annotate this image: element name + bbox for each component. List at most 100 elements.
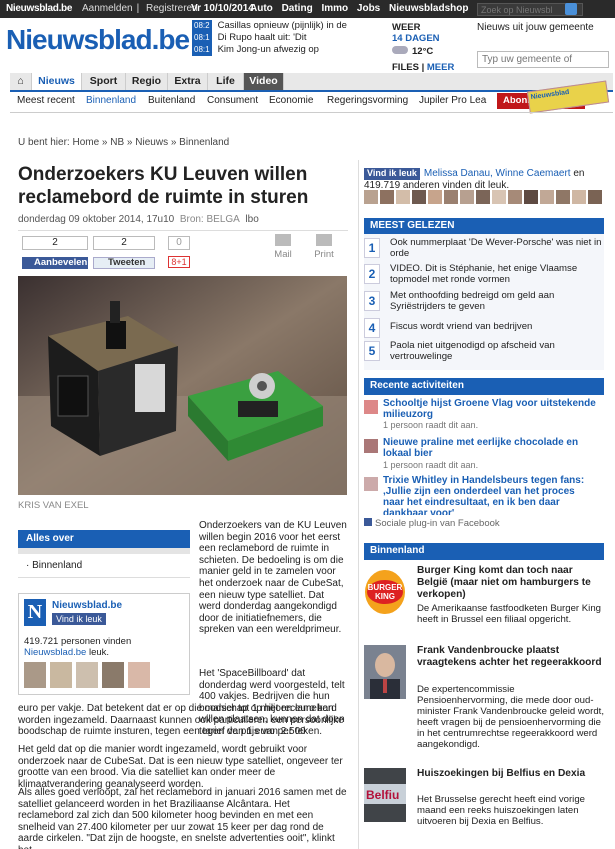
subnav-binnenland[interactable]: Binnenland [86,95,136,106]
nav-regio[interactable]: Regio [126,73,168,90]
recent-activity-item[interactable]: Trixie Whitley in Handelsbeurs tegen fan… [364,475,604,515]
cloud-icon [392,46,408,54]
home-icon[interactable]: ⌂ [10,73,32,90]
nav-extra[interactable]: Extra [168,73,208,90]
recent-activity-item[interactable]: Nieuwe praline met eerlijke chocolade en… [364,437,604,470]
avatar[interactable] [380,190,394,204]
most-read-item[interactable]: 5 Paola niet uitgenodigd op afscheid van … [364,340,604,361]
avatar[interactable] [444,190,458,204]
gemeente-input[interactable] [477,51,609,68]
category-jobs[interactable]: Jobs [357,3,380,14]
temperature: 12°C [412,46,434,57]
article-title: Onderzoekers KU Leuven willen reclamebor… [18,164,309,208]
files-links: FILES | MEER [392,62,462,73]
ticker-item[interactable]: 08:1 Di Rupo haalt uit: 'Dit [192,32,382,44]
fb-recommend-button[interactable]: Aanbevelen [22,257,88,269]
mail-button[interactable]: Mail [272,234,294,260]
binnenland-item[interactable]: Belfiu Huiszoekingen bij Belfius en Dexi… [364,768,604,848]
avatar[interactable] [128,662,150,688]
binnenland-title[interactable]: Burger King komt dan toch naar België (m… [417,565,605,601]
fb-count-link[interactable]: Nieuwsblad.be [24,647,86,658]
recent-activity-item[interactable]: Schooltje hijst Groene Vlag voor uitstek… [364,398,604,430]
avatar[interactable] [364,190,378,204]
search-icon[interactable] [565,3,577,15]
article-author: lbo [245,214,259,225]
fb-recommend-label: Aanbevelen [34,257,88,268]
files-link[interactable]: FILES [392,62,419,73]
ticker-item[interactable]: 08:2 Casillas opnieuw (pijnlijk) in de [192,20,382,32]
site-logo[interactable]: Nieuwsblad.be [6,24,190,56]
binnenland-title[interactable]: Frank Vandenbroucke plaatst vraagtekens … [417,645,605,669]
ticker-item[interactable]: 08:1 Kim Jong-un afwezig op [192,44,382,56]
avatar[interactable] [572,190,586,204]
nav-nieuws[interactable]: Nieuws [32,73,82,90]
avatar[interactable] [588,190,602,204]
nav-video[interactable]: Video [244,73,284,90]
fb-page-name[interactable]: Nieuwsblad.be [52,600,122,611]
article-paragraph: euro per vakje. Dat betekent dat er op d… [18,703,344,738]
binnenland-item[interactable]: BURGER KING Burger King komt dan toch na… [364,565,604,635]
separator: | [136,3,140,14]
binnenland-header: Binnenland [364,543,604,560]
most-read-text: Met onthoofding bedreigd om geld aan Syr… [390,290,555,312]
binnenland-text: De Amerikaanse fastfoodketen Burger King… [417,603,601,625]
avatar[interactable] [508,190,522,204]
alles-over-item[interactable]: · Binnenland [18,554,190,578]
fb-plugin-note: Sociale plug-in van Facebook [364,518,500,529]
category-immo[interactable]: Immo [321,3,348,14]
nieuwsblad-logo[interactable]: N [24,599,46,626]
gplus-button[interactable]: 8+1 [168,256,190,268]
recent-activity-title[interactable]: Nieuwe praline met eerlijke chocolade en… [383,437,598,459]
category-shop[interactable]: Nieuwsbladshop [389,3,468,14]
breadcrumb: U bent hier: Home » NB » Nieuws » Binnen… [18,137,230,148]
avatar[interactable] [24,662,46,688]
burger-king-logo: BURGER KING [364,565,406,619]
sidebar-fb-and: en [573,168,585,179]
subnav-consument[interactable]: Consument [207,95,258,106]
avatar[interactable] [50,662,72,688]
top-logo[interactable]: Nieuwsblad.be [6,3,72,14]
fb-like-button[interactable]: Vind ik leuk [52,613,106,625]
subnav-jupiler-pro-league[interactable]: Jupiler Pro Lea [419,95,486,106]
most-read-item[interactable]: 4 Fiscus wordt vriend van bedrijven [364,318,604,338]
avatar[interactable] [460,190,474,204]
subnav-regeringsvorming[interactable]: Regeringsvorming [327,95,408,106]
most-read-item[interactable]: 1 Ook nummerplaat 'De Wever-Porsche' was … [364,237,604,258]
subnav-meest-recent[interactable]: Meest recent [17,95,75,106]
sidebar-fb-names[interactable]: Melissa Danau, Winne Caemaert [424,168,571,179]
recent-activity-title[interactable]: Schooltje hijst Groene Vlag voor uitstek… [383,398,598,420]
category-auto[interactable]: Auto [250,3,273,14]
most-read-item[interactable]: 2 VIDEO. Dit is Stéphanie, het enige Vlaa… [364,263,604,284]
subnav-economie[interactable]: Economie [269,95,313,106]
avatar[interactable] [524,190,538,204]
avatar[interactable] [540,190,554,204]
avatar[interactable] [476,190,490,204]
avatar[interactable] [492,190,506,204]
meer-link[interactable]: MEER [427,62,454,73]
avatar[interactable] [102,662,124,688]
avatar[interactable] [412,190,426,204]
article-photo[interactable] [18,276,347,495]
most-read-num: 2 [364,264,380,284]
subnav-buitenland[interactable]: Buitenland [148,95,195,106]
logo-word-burger: BURGER [368,583,403,592]
avatar[interactable] [76,662,98,688]
weather-14-days-link[interactable]: 14 DAGEN [392,33,462,44]
category-dating[interactable]: Dating [282,3,313,14]
most-read-item[interactable]: 3 Met onthoofding bedreigd om geld aan Sy… [364,290,604,312]
avatar[interactable] [428,190,442,204]
binnenland-item[interactable]: Frank Vandenbroucke plaatst vraagtekens … [364,645,605,750]
tweet-button[interactable]: Tweeten [93,257,155,269]
register-link[interactable]: Registreren [146,3,198,14]
fb-count-tail: leuk. [88,647,110,658]
recent-activity-sub: 1 persoon raadt dit aan. [383,460,479,470]
sidebar-fb-like-button[interactable]: Vind ik leuk [364,168,420,180]
binnenland-title[interactable]: Huiszoekingen bij Belfius en Dexia [417,768,605,780]
avatar[interactable] [556,190,570,204]
nav-life[interactable]: Life [208,73,244,90]
recent-activity-title[interactable]: Trixie Whitley in Handelsbeurs tegen fan… [383,475,598,515]
avatar[interactable] [396,190,410,204]
login-link[interactable]: Aanmelden [82,3,133,14]
print-button[interactable]: Print [313,234,335,260]
nav-sport[interactable]: Sport [82,73,126,90]
